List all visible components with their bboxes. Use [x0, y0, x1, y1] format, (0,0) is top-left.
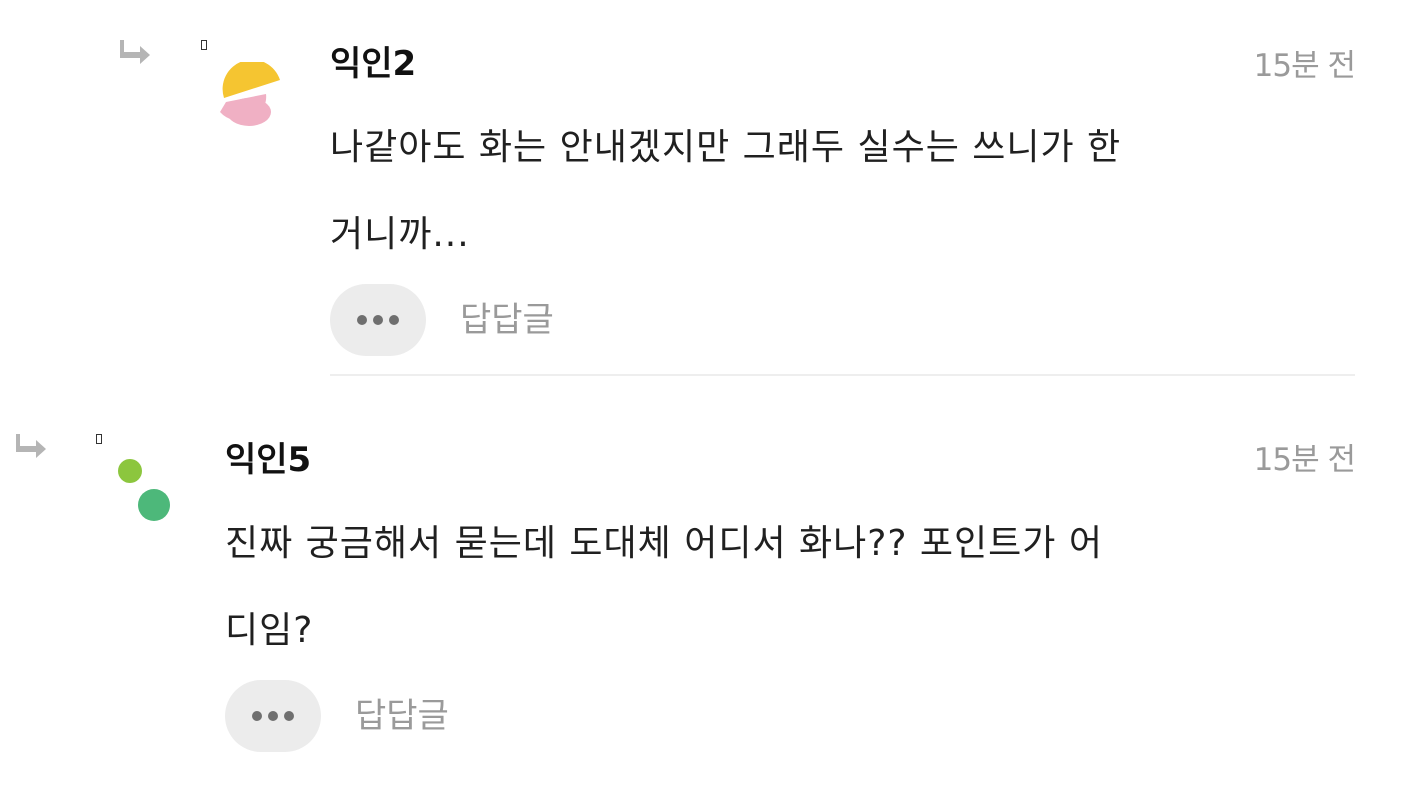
- comment-body-line: 디임?: [225, 610, 314, 651]
- comment-author[interactable]: 익인2: [330, 44, 416, 84]
- comment-timestamp: 15분 전: [1253, 48, 1356, 84]
- dot-icon: [389, 315, 399, 325]
- divider: [330, 374, 1355, 376]
- dot-icon: [284, 711, 294, 721]
- dot-icon: [252, 711, 262, 721]
- reply-button[interactable]: 답답글: [460, 300, 554, 340]
- missing-glyph-icon: [96, 434, 102, 444]
- dot-icon: [357, 315, 367, 325]
- reply-arrow-icon: [16, 432, 48, 458]
- comment-timestamp: 15분 전: [1253, 442, 1356, 478]
- dot-icon: [373, 315, 383, 325]
- more-options-button[interactable]: [225, 680, 321, 752]
- missing-glyph-icon: [201, 40, 207, 50]
- avatar[interactable]: [214, 62, 284, 130]
- comment-author[interactable]: 익인5: [225, 440, 311, 480]
- avatar[interactable]: [112, 455, 176, 525]
- comment-body-line: 진짜 궁금해서 묻는데 도대체 어디서 화나?? 포인트가 어: [225, 523, 1103, 564]
- comment-body-line: 거니까...: [330, 214, 470, 255]
- comment-body-line: 나같아도 화는 안내겠지만 그래두 실수는 쓰니가 한: [330, 127, 1122, 168]
- more-options-button[interactable]: [330, 284, 426, 356]
- reply-button[interactable]: 답답글: [355, 696, 449, 736]
- reply-arrow-icon: [120, 38, 152, 64]
- dot-icon: [268, 711, 278, 721]
